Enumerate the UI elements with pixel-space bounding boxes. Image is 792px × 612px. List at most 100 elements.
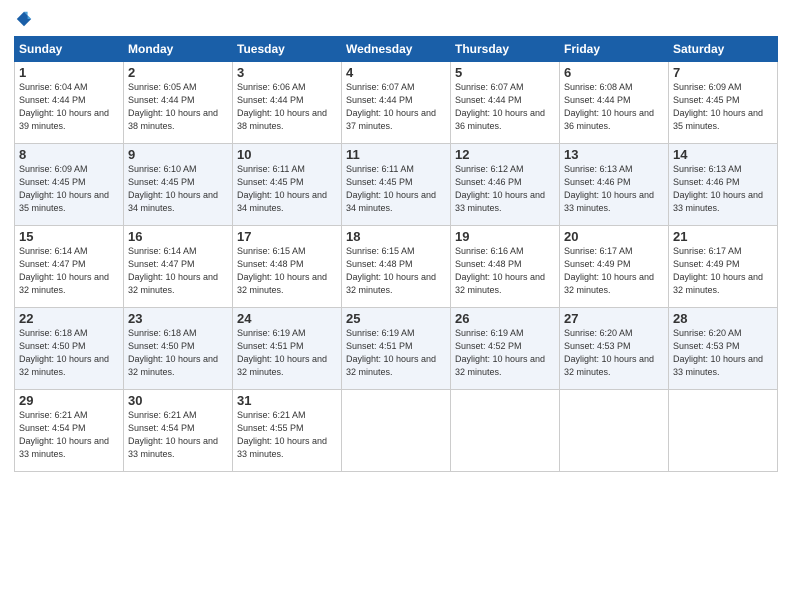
day-info: Sunrise: 6:11 AMSunset: 4:45 PMDaylight:… [237, 163, 337, 215]
day-cell: 9 Sunrise: 6:10 AMSunset: 4:45 PMDayligh… [124, 144, 233, 226]
day-info: Sunrise: 6:12 AMSunset: 4:46 PMDaylight:… [455, 163, 555, 215]
day-info: Sunrise: 6:08 AMSunset: 4:44 PMDaylight:… [564, 81, 664, 133]
weekday-header-friday: Friday [560, 37, 669, 62]
day-cell: 11 Sunrise: 6:11 AMSunset: 4:45 PMDaylig… [342, 144, 451, 226]
day-info: Sunrise: 6:07 AMSunset: 4:44 PMDaylight:… [455, 81, 555, 133]
day-number: 21 [673, 229, 773, 244]
day-info: Sunrise: 6:21 AMSunset: 4:54 PMDaylight:… [128, 409, 228, 461]
day-info: Sunrise: 6:21 AMSunset: 4:54 PMDaylight:… [19, 409, 119, 461]
day-number: 20 [564, 229, 664, 244]
weekday-header-row: SundayMondayTuesdayWednesdayThursdayFrid… [15, 37, 778, 62]
day-number: 3 [237, 65, 337, 80]
day-info: Sunrise: 6:14 AMSunset: 4:47 PMDaylight:… [128, 245, 228, 297]
day-cell: 21 Sunrise: 6:17 AMSunset: 4:49 PMDaylig… [669, 226, 778, 308]
week-row-4: 22 Sunrise: 6:18 AMSunset: 4:50 PMDaylig… [15, 308, 778, 390]
day-cell: 17 Sunrise: 6:15 AMSunset: 4:48 PMDaylig… [233, 226, 342, 308]
day-cell: 3 Sunrise: 6:06 AMSunset: 4:44 PMDayligh… [233, 62, 342, 144]
day-cell [560, 390, 669, 472]
day-cell: 13 Sunrise: 6:13 AMSunset: 4:46 PMDaylig… [560, 144, 669, 226]
day-cell: 4 Sunrise: 6:07 AMSunset: 4:44 PMDayligh… [342, 62, 451, 144]
day-info: Sunrise: 6:14 AMSunset: 4:47 PMDaylight:… [19, 245, 119, 297]
day-number: 13 [564, 147, 664, 162]
day-number: 15 [19, 229, 119, 244]
day-number: 7 [673, 65, 773, 80]
day-info: Sunrise: 6:15 AMSunset: 4:48 PMDaylight:… [346, 245, 446, 297]
day-cell: 28 Sunrise: 6:20 AMSunset: 4:53 PMDaylig… [669, 308, 778, 390]
day-cell: 14 Sunrise: 6:13 AMSunset: 4:46 PMDaylig… [669, 144, 778, 226]
day-info: Sunrise: 6:05 AMSunset: 4:44 PMDaylight:… [128, 81, 228, 133]
day-number: 27 [564, 311, 664, 326]
day-number: 22 [19, 311, 119, 326]
weekday-header-tuesday: Tuesday [233, 37, 342, 62]
day-info: Sunrise: 6:04 AMSunset: 4:44 PMDaylight:… [19, 81, 119, 133]
day-cell: 8 Sunrise: 6:09 AMSunset: 4:45 PMDayligh… [15, 144, 124, 226]
day-number: 29 [19, 393, 119, 408]
week-row-5: 29 Sunrise: 6:21 AMSunset: 4:54 PMDaylig… [15, 390, 778, 472]
header [14, 10, 778, 28]
logo-text [14, 10, 33, 28]
day-number: 18 [346, 229, 446, 244]
day-info: Sunrise: 6:20 AMSunset: 4:53 PMDaylight:… [564, 327, 664, 379]
day-info: Sunrise: 6:19 AMSunset: 4:52 PMDaylight:… [455, 327, 555, 379]
day-info: Sunrise: 6:21 AMSunset: 4:55 PMDaylight:… [237, 409, 337, 461]
day-number: 14 [673, 147, 773, 162]
week-row-1: 1 Sunrise: 6:04 AMSunset: 4:44 PMDayligh… [15, 62, 778, 144]
day-info: Sunrise: 6:13 AMSunset: 4:46 PMDaylight:… [673, 163, 773, 215]
day-number: 9 [128, 147, 228, 162]
day-number: 24 [237, 311, 337, 326]
day-cell: 30 Sunrise: 6:21 AMSunset: 4:54 PMDaylig… [124, 390, 233, 472]
day-cell: 16 Sunrise: 6:14 AMSunset: 4:47 PMDaylig… [124, 226, 233, 308]
day-info: Sunrise: 6:16 AMSunset: 4:48 PMDaylight:… [455, 245, 555, 297]
day-number: 11 [346, 147, 446, 162]
day-cell: 26 Sunrise: 6:19 AMSunset: 4:52 PMDaylig… [451, 308, 560, 390]
day-info: Sunrise: 6:13 AMSunset: 4:46 PMDaylight:… [564, 163, 664, 215]
day-number: 31 [237, 393, 337, 408]
day-number: 12 [455, 147, 555, 162]
day-number: 30 [128, 393, 228, 408]
day-number: 8 [19, 147, 119, 162]
week-row-2: 8 Sunrise: 6:09 AMSunset: 4:45 PMDayligh… [15, 144, 778, 226]
day-cell [669, 390, 778, 472]
day-info: Sunrise: 6:17 AMSunset: 4:49 PMDaylight:… [673, 245, 773, 297]
day-info: Sunrise: 6:19 AMSunset: 4:51 PMDaylight:… [237, 327, 337, 379]
day-info: Sunrise: 6:19 AMSunset: 4:51 PMDaylight:… [346, 327, 446, 379]
day-cell: 19 Sunrise: 6:16 AMSunset: 4:48 PMDaylig… [451, 226, 560, 308]
day-info: Sunrise: 6:20 AMSunset: 4:53 PMDaylight:… [673, 327, 773, 379]
day-cell: 20 Sunrise: 6:17 AMSunset: 4:49 PMDaylig… [560, 226, 669, 308]
day-info: Sunrise: 6:15 AMSunset: 4:48 PMDaylight:… [237, 245, 337, 297]
day-number: 16 [128, 229, 228, 244]
day-cell: 15 Sunrise: 6:14 AMSunset: 4:47 PMDaylig… [15, 226, 124, 308]
day-number: 4 [346, 65, 446, 80]
day-cell: 25 Sunrise: 6:19 AMSunset: 4:51 PMDaylig… [342, 308, 451, 390]
day-cell: 22 Sunrise: 6:18 AMSunset: 4:50 PMDaylig… [15, 308, 124, 390]
day-info: Sunrise: 6:11 AMSunset: 4:45 PMDaylight:… [346, 163, 446, 215]
day-number: 10 [237, 147, 337, 162]
week-row-3: 15 Sunrise: 6:14 AMSunset: 4:47 PMDaylig… [15, 226, 778, 308]
day-cell: 29 Sunrise: 6:21 AMSunset: 4:54 PMDaylig… [15, 390, 124, 472]
day-info: Sunrise: 6:18 AMSunset: 4:50 PMDaylight:… [128, 327, 228, 379]
page: SundayMondayTuesdayWednesdayThursdayFrid… [0, 0, 792, 612]
day-cell: 27 Sunrise: 6:20 AMSunset: 4:53 PMDaylig… [560, 308, 669, 390]
day-info: Sunrise: 6:10 AMSunset: 4:45 PMDaylight:… [128, 163, 228, 215]
day-cell [451, 390, 560, 472]
weekday-header-saturday: Saturday [669, 37, 778, 62]
day-info: Sunrise: 6:09 AMSunset: 4:45 PMDaylight:… [19, 163, 119, 215]
day-number: 23 [128, 311, 228, 326]
weekday-header-wednesday: Wednesday [342, 37, 451, 62]
weekday-header-monday: Monday [124, 37, 233, 62]
day-cell: 12 Sunrise: 6:12 AMSunset: 4:46 PMDaylig… [451, 144, 560, 226]
day-info: Sunrise: 6:18 AMSunset: 4:50 PMDaylight:… [19, 327, 119, 379]
day-cell: 7 Sunrise: 6:09 AMSunset: 4:45 PMDayligh… [669, 62, 778, 144]
day-cell: 23 Sunrise: 6:18 AMSunset: 4:50 PMDaylig… [124, 308, 233, 390]
day-info: Sunrise: 6:09 AMSunset: 4:45 PMDaylight:… [673, 81, 773, 133]
logo-icon [15, 10, 33, 28]
day-cell: 1 Sunrise: 6:04 AMSunset: 4:44 PMDayligh… [15, 62, 124, 144]
day-number: 5 [455, 65, 555, 80]
day-cell: 24 Sunrise: 6:19 AMSunset: 4:51 PMDaylig… [233, 308, 342, 390]
day-cell: 6 Sunrise: 6:08 AMSunset: 4:44 PMDayligh… [560, 62, 669, 144]
day-cell [342, 390, 451, 472]
logo [14, 10, 33, 28]
day-number: 25 [346, 311, 446, 326]
day-cell: 31 Sunrise: 6:21 AMSunset: 4:55 PMDaylig… [233, 390, 342, 472]
day-number: 17 [237, 229, 337, 244]
